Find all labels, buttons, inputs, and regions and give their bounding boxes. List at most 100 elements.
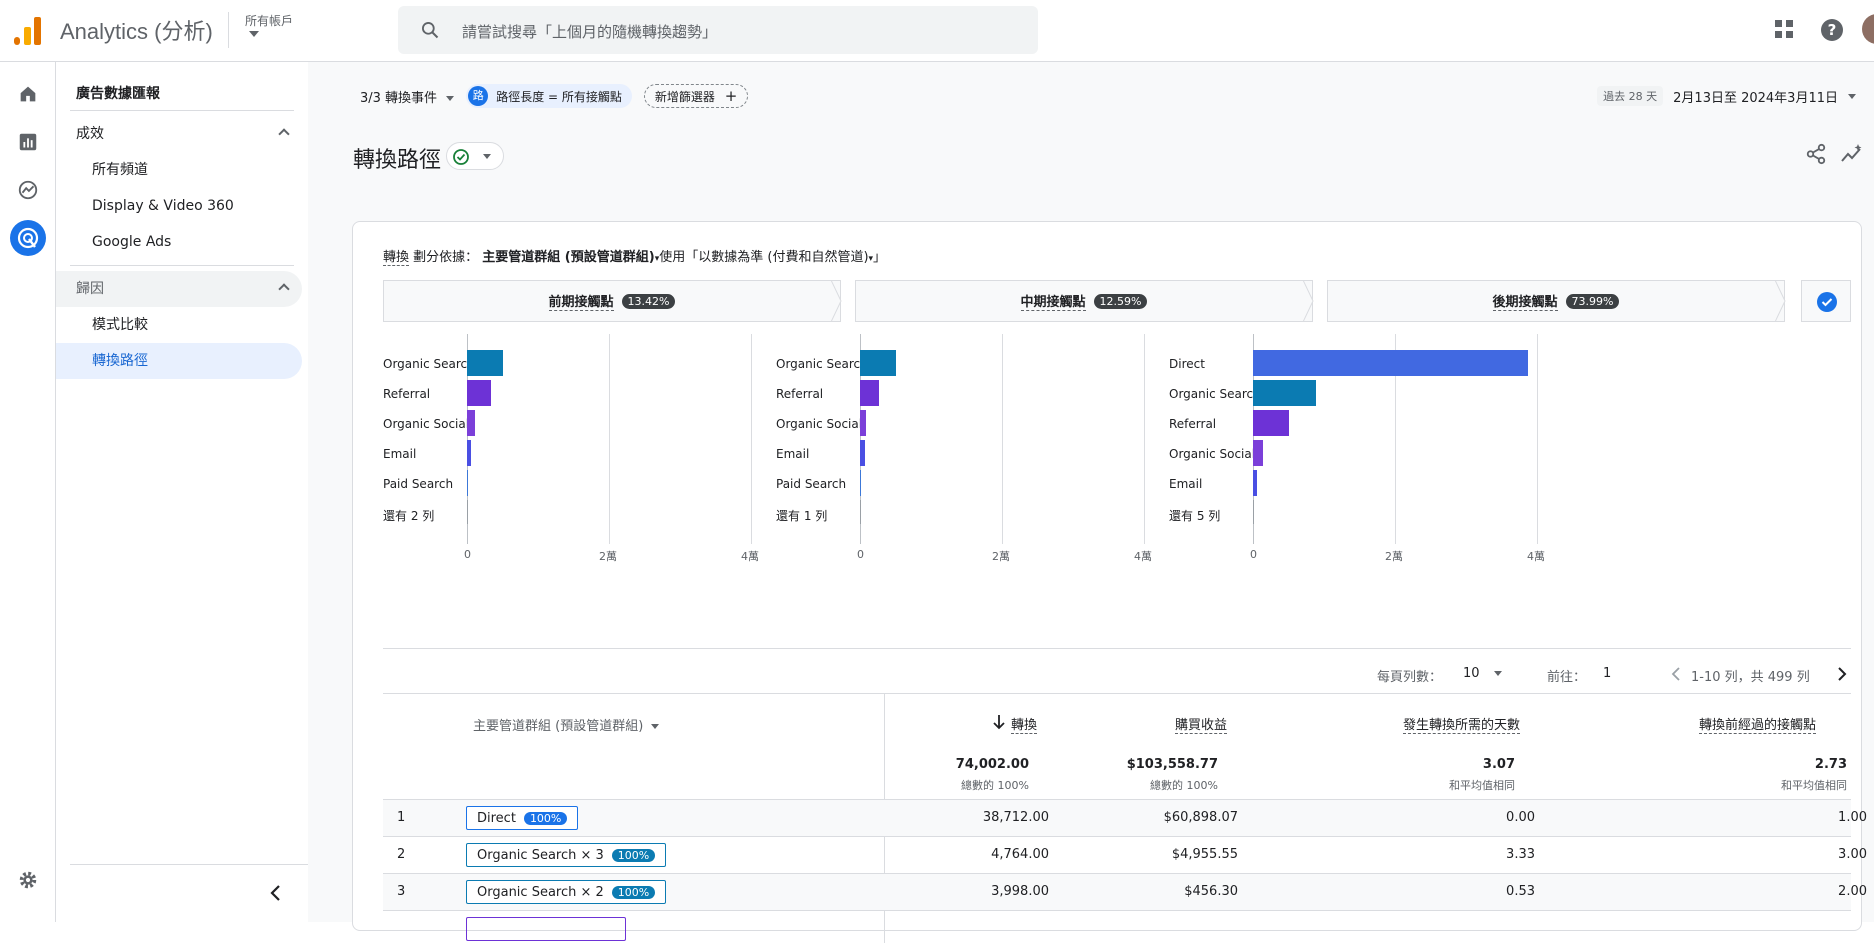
column-header-revenue[interactable]: 購買收益 xyxy=(1175,714,1228,734)
apps-grid-icon[interactable] xyxy=(1773,18,1795,40)
chart-bar[interactable] xyxy=(860,410,866,436)
chart-bar[interactable] xyxy=(860,440,865,466)
chart-bar[interactable] xyxy=(467,380,491,406)
chart-bar[interactable] xyxy=(467,350,503,376)
cell-revenue: $456.30 xyxy=(1184,884,1238,899)
axis-tick-label: 2萬 xyxy=(992,550,1010,563)
chart-bar[interactable] xyxy=(467,470,468,496)
axis-tick-label: 0 xyxy=(1250,548,1257,561)
chevron-down-icon xyxy=(249,31,259,37)
explore-icon[interactable] xyxy=(14,176,42,204)
chevron-right-icon[interactable] xyxy=(1837,666,1847,682)
chart-bar[interactable] xyxy=(1253,410,1289,436)
chart-bar[interactable] xyxy=(860,470,861,496)
avatar[interactable] xyxy=(1862,14,1874,44)
chart-bar[interactable] xyxy=(467,440,471,466)
stage-early-touchpoints[interactable]: 前期接觸點 13.42% xyxy=(383,280,841,322)
chart-bar[interactable] xyxy=(1253,440,1263,466)
nav-item-google-ads[interactable]: Google Ads xyxy=(56,224,302,260)
chevron-down-icon xyxy=(1848,93,1856,99)
chart-bar[interactable] xyxy=(1253,350,1528,376)
chart-bar[interactable] xyxy=(467,500,468,524)
chart-bar[interactable] xyxy=(467,410,475,436)
chevron-left-icon[interactable] xyxy=(1671,666,1681,682)
share-icon[interactable] xyxy=(1805,143,1827,165)
table-row[interactable]: 3 Organic Search × 2 100% 3,998.00 $456.3… xyxy=(383,873,1867,910)
insights-icon[interactable] xyxy=(1840,143,1864,165)
nav-item-dv360[interactable]: Display & Video 360 xyxy=(56,188,302,224)
stage-percent-badge: 13.42% xyxy=(621,293,676,309)
home-icon[interactable] xyxy=(14,80,42,108)
page-title: 轉換路徑 xyxy=(353,147,442,172)
row-index: 1 xyxy=(397,810,406,825)
stage-arrow-icon xyxy=(831,280,842,322)
chart-bar[interactable] xyxy=(860,500,861,524)
nav-item-model-comparison[interactable]: 模式比較 xyxy=(56,307,302,343)
header-text-end: 」 xyxy=(873,250,887,265)
path-chip: Organic Search × 3 100% xyxy=(466,843,667,867)
cell-days: 0.00 xyxy=(1506,810,1535,825)
reports-icon[interactable] xyxy=(14,128,42,156)
chart-bar[interactable] xyxy=(860,350,896,376)
bar-category-label: Organic Search xyxy=(776,357,868,371)
goto-page-input[interactable]: 1 xyxy=(1603,666,1611,681)
path-length-filter-chip[interactable]: 路 路徑長度 = 所有接觸點 xyxy=(466,84,632,108)
dimension-column-header[interactable]: 主要管道群組 (預設管道群組) xyxy=(473,715,660,734)
nav-item-all-channels[interactable]: 所有頻道 xyxy=(56,152,302,188)
path-label: Organic Search × 3 xyxy=(477,847,604,863)
total-days: 3.07 xyxy=(1482,757,1515,772)
cell-days: 3.33 xyxy=(1506,847,1535,862)
collapse-nav-icon[interactable] xyxy=(268,884,282,902)
axis-tick-label: 4萬 xyxy=(1527,550,1545,563)
path-chip: Organic Search × 2 100% xyxy=(466,880,667,904)
chart-bar[interactable] xyxy=(860,380,879,406)
path-icon: 路 xyxy=(468,86,489,106)
report-status-button[interactable] xyxy=(446,142,504,170)
rows-per-page-select[interactable]: 10 xyxy=(1463,666,1502,681)
nav-section-performance[interactable]: 成效 xyxy=(56,116,302,152)
table-row[interactable] xyxy=(383,910,1851,947)
stage-label: 後期接觸點 xyxy=(1492,291,1558,311)
sort-desc-icon[interactable] xyxy=(993,714,1005,730)
bar-category-label: 還有 5 列 xyxy=(1169,509,1221,523)
chevron-down-icon xyxy=(651,724,660,729)
stage-mid-touchpoints[interactable]: 中期接觸點 12.59% xyxy=(855,280,1313,322)
dimension-dropdown[interactable]: 主要管道群組 (預設管道群組) xyxy=(482,250,654,265)
cell-revenue: $4,955.55 xyxy=(1171,847,1238,862)
analytics-logo[interactable] xyxy=(14,15,42,45)
chart-bar[interactable] xyxy=(1253,470,1257,496)
gear-icon[interactable] xyxy=(14,866,42,894)
path-percent-badge: 100% xyxy=(611,885,656,899)
conversion-events-dropdown[interactable]: 3/3 轉換事件 xyxy=(360,87,455,106)
column-header-days-to-conversion[interactable]: 發生轉換所需的天數 xyxy=(1403,714,1521,734)
help-icon[interactable]: ? xyxy=(1820,18,1844,42)
table-row[interactable]: 2 Organic Search × 3 100% 4,764.00 $4,955… xyxy=(383,836,1867,873)
bar-category-label: Direct xyxy=(1169,357,1205,371)
top-bar: Analytics (分析) 所有帳戶 請嘗試搜尋「上個月的隨機轉換趨勢」 ? xyxy=(0,0,1874,62)
nav-item-conversion-paths[interactable]: 轉換路徑 xyxy=(56,343,302,379)
chart-bar[interactable] xyxy=(1253,500,1254,524)
chevron-up-icon xyxy=(278,283,290,295)
path-label: Organic Search × 2 xyxy=(477,884,604,900)
account-selector[interactable]: 所有帳戶 xyxy=(245,12,293,37)
stage-late-touchpoints[interactable]: 後期接觸點 73.99% xyxy=(1327,280,1785,322)
plus-icon: + xyxy=(724,87,738,105)
add-filter-button[interactable]: 新增篩選器 + xyxy=(643,84,749,108)
advertising-icon[interactable] xyxy=(10,220,46,256)
date-range-picker[interactable]: 過去 28 天 2月13日至 2024年3月11日 xyxy=(1597,86,1856,106)
nav-ads-snapshot[interactable]: 廣告數據匯報 xyxy=(56,76,302,112)
nav-section-attribution[interactable]: 歸因 xyxy=(56,271,302,307)
stage-percent-badge: 12.59% xyxy=(1093,293,1148,309)
column-header-conversions[interactable]: 轉換 xyxy=(1011,714,1038,734)
attribution-model-dropdown[interactable]: 使用「以數據為準 (付費和自然管道) xyxy=(659,250,868,265)
stage-select-all[interactable] xyxy=(1801,280,1851,322)
metric-label[interactable]: 轉換 xyxy=(383,250,410,266)
total-conversions: 74,002.00 xyxy=(955,757,1029,772)
column-header-touchpoints[interactable]: 轉換前經過的接觸點 xyxy=(1699,714,1817,734)
search-bar[interactable]: 請嘗試搜尋「上個月的隨機轉換趨勢」 xyxy=(398,6,1038,54)
axis-tick-label: 2萬 xyxy=(1385,550,1403,563)
svg-text:?: ? xyxy=(1828,21,1837,39)
chart-bar[interactable] xyxy=(1253,380,1316,406)
table-row[interactable]: 1 Direct 100% 38,712.00 $60,898.07 0.00 1… xyxy=(383,799,1867,836)
search-placeholder: 請嘗試搜尋「上個月的隨機轉換趨勢」 xyxy=(462,23,718,41)
